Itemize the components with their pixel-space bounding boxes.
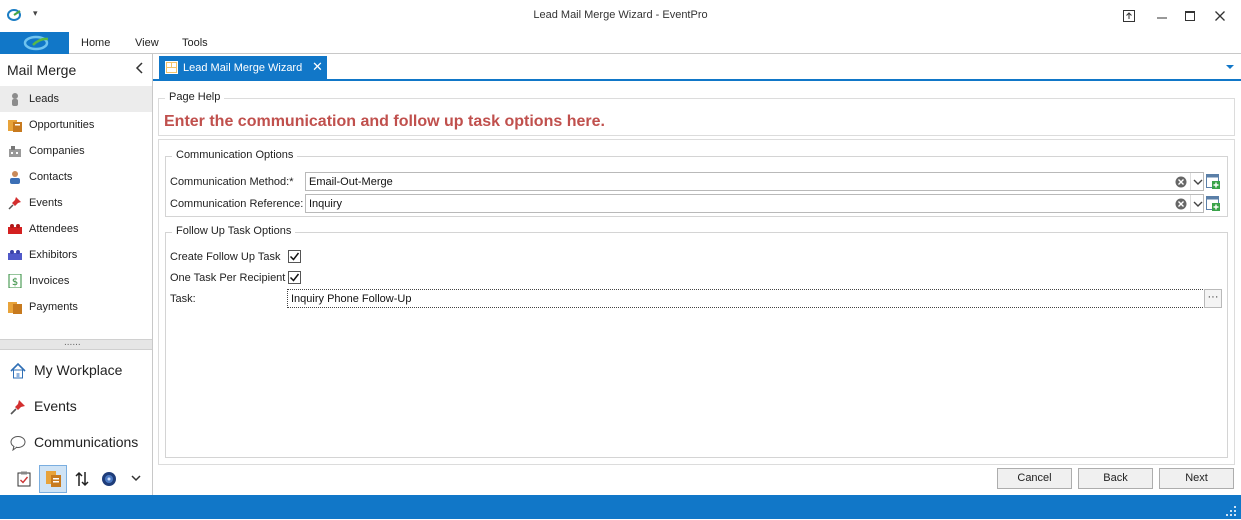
sidebar-item-leads[interactable]: Leads (0, 86, 152, 112)
nav-label: My Workplace (34, 362, 123, 378)
ellipsis-icon: ··· (1207, 291, 1219, 303)
communication-method-label: Communication Method:* (170, 176, 294, 188)
task-label: Task: (170, 293, 196, 305)
sidebar-item-label: Invoices (29, 275, 70, 287)
sidebar-item-events[interactable]: Events (0, 190, 152, 216)
close-tab-icon[interactable]: ✕ (312, 59, 323, 75)
follow-up-task-title: Follow Up Task Options (172, 225, 296, 237)
title-bar: ▾ Lead Mail Merge Wizard - EventPro (0, 0, 1241, 32)
sidebar-item-label: Opportunities (29, 119, 95, 131)
task-value: Inquiry Phone Follow-Up (291, 293, 412, 305)
nav-communications[interactable]: Communications (0, 426, 152, 458)
sidebar-item-contacts[interactable]: Contacts (0, 164, 152, 190)
globe-icon[interactable] (101, 471, 117, 490)
person-icon (8, 92, 22, 106)
create-follow-up-task-checkbox[interactable] (288, 250, 301, 263)
invoice-icon: $ (8, 273, 22, 289)
follow-up-task-group (165, 232, 1228, 458)
nav-events[interactable]: Events (0, 390, 152, 422)
task-browse-button[interactable]: ··· (1204, 289, 1222, 308)
tab-label: Lead Mail Merge Wizard (183, 62, 303, 74)
chevron-down-icon[interactable] (131, 473, 141, 485)
wizard-content: Page Help Enter the communication and fo… (153, 81, 1241, 495)
add-communication-method-icon[interactable] (1206, 174, 1220, 192)
sidebar-item-label: Attendees (29, 223, 79, 235)
one-task-per-recipient-checkbox[interactable] (288, 271, 301, 284)
one-task-per-recipient-label: One Task Per Recipient (170, 272, 286, 284)
ribbon-tab-tools[interactable]: Tools (182, 37, 208, 49)
pushpin-icon (8, 196, 22, 210)
application-menu-button[interactable] (0, 32, 69, 54)
page-help-text: Enter the communication and follow up ta… (164, 113, 605, 130)
sidebar-item-payments[interactable]: Payments (0, 294, 152, 320)
communication-options-title: Communication Options (172, 149, 298, 161)
exhibitors-icon (8, 248, 22, 262)
sidebar-item-label: Contacts (29, 171, 73, 183)
nav-label: Communications (34, 434, 139, 450)
splitter-grip: ...... (64, 337, 81, 348)
sidebar-item-label: Exhibitors (29, 249, 78, 261)
sidebar-item-label: Payments (29, 301, 78, 313)
navigation-sidebar: Mail Merge Leads Opportunities Companies… (0, 54, 153, 495)
window-title: Lead Mail Merge Wizard - EventPro (533, 9, 708, 21)
sidebar-header: Mail Merge (7, 62, 77, 78)
svg-text:$: $ (12, 277, 18, 288)
next-button[interactable]: Next (1159, 468, 1234, 489)
communication-method-value: Email-Out-Merge (309, 176, 393, 188)
sidebar-item-invoices[interactable]: $ Invoices (0, 268, 152, 294)
restore-ribbon-button[interactable] (1118, 6, 1140, 26)
sidebar-item-attendees[interactable]: Attendees (0, 216, 152, 242)
task-field[interactable]: Inquiry Phone Follow-Up (287, 289, 1205, 308)
create-follow-up-task-label: Create Follow Up Task (170, 251, 281, 263)
nav-my-workplace[interactable]: My Workplace (0, 354, 152, 386)
page-help-title: Page Help (165, 91, 225, 103)
ribbon-tab-bar: Home View Tools (0, 32, 1241, 54)
back-button[interactable]: Back (1078, 468, 1153, 489)
sidebar-item-opportunities[interactable]: Opportunities (0, 112, 152, 138)
sidebar-splitter[interactable]: ...... (0, 337, 152, 350)
sort-arrows-icon[interactable] (75, 471, 89, 490)
attendees-icon (8, 222, 22, 236)
chevron-down-icon[interactable] (1190, 195, 1204, 212)
clipboard-icon[interactable] (17, 471, 31, 490)
clear-icon[interactable] (1175, 198, 1187, 213)
chevron-down-icon[interactable] (1190, 173, 1204, 190)
communication-method-combo[interactable]: Email-Out-Merge (305, 172, 1204, 191)
ribbon-tab-view[interactable]: View (135, 37, 159, 49)
contact-icon (8, 170, 22, 184)
sidebar-item-companies[interactable]: Companies (0, 138, 152, 164)
clear-icon[interactable] (1175, 176, 1187, 191)
speech-bubble-icon (10, 435, 26, 452)
maximize-button[interactable] (1179, 6, 1201, 26)
opportunities-icon (8, 118, 22, 132)
sidebar-item-label: Leads (29, 93, 59, 105)
house-icon (10, 362, 26, 379)
tab-lead-mail-merge-wizard[interactable]: Lead Mail Merge Wizard ✕ (159, 56, 327, 81)
status-bar (0, 495, 1241, 519)
module-icon-strip (0, 462, 152, 495)
document-tab-strip: Lead Mail Merge Wizard ✕ (153, 54, 1241, 81)
communication-reference-combo[interactable]: Inquiry (305, 194, 1204, 213)
nav-label: Events (34, 398, 77, 414)
communication-reference-label: Communication Reference: (170, 198, 304, 210)
minimize-button[interactable] (1151, 6, 1173, 26)
sidebar-item-exhibitors[interactable]: Exhibitors (0, 242, 152, 268)
close-button[interactable] (1209, 6, 1231, 26)
sidebar-item-label: Companies (29, 145, 85, 157)
mail-merge-icon[interactable] (39, 465, 67, 493)
payments-icon (8, 300, 22, 314)
add-communication-reference-icon[interactable] (1206, 196, 1220, 214)
ribbon-tab-home[interactable]: Home (81, 37, 110, 49)
communication-reference-value: Inquiry (309, 198, 343, 210)
collapse-sidebar-icon[interactable] (135, 62, 145, 77)
resize-grip-icon[interactable] (1225, 505, 1237, 520)
sidebar-item-label: Events (29, 197, 63, 209)
tab-list-dropdown-icon[interactable] (1225, 62, 1235, 74)
company-icon (8, 144, 22, 158)
pushpin-icon (10, 399, 26, 415)
wizard-icon (165, 61, 178, 77)
cancel-button[interactable]: Cancel (997, 468, 1072, 489)
